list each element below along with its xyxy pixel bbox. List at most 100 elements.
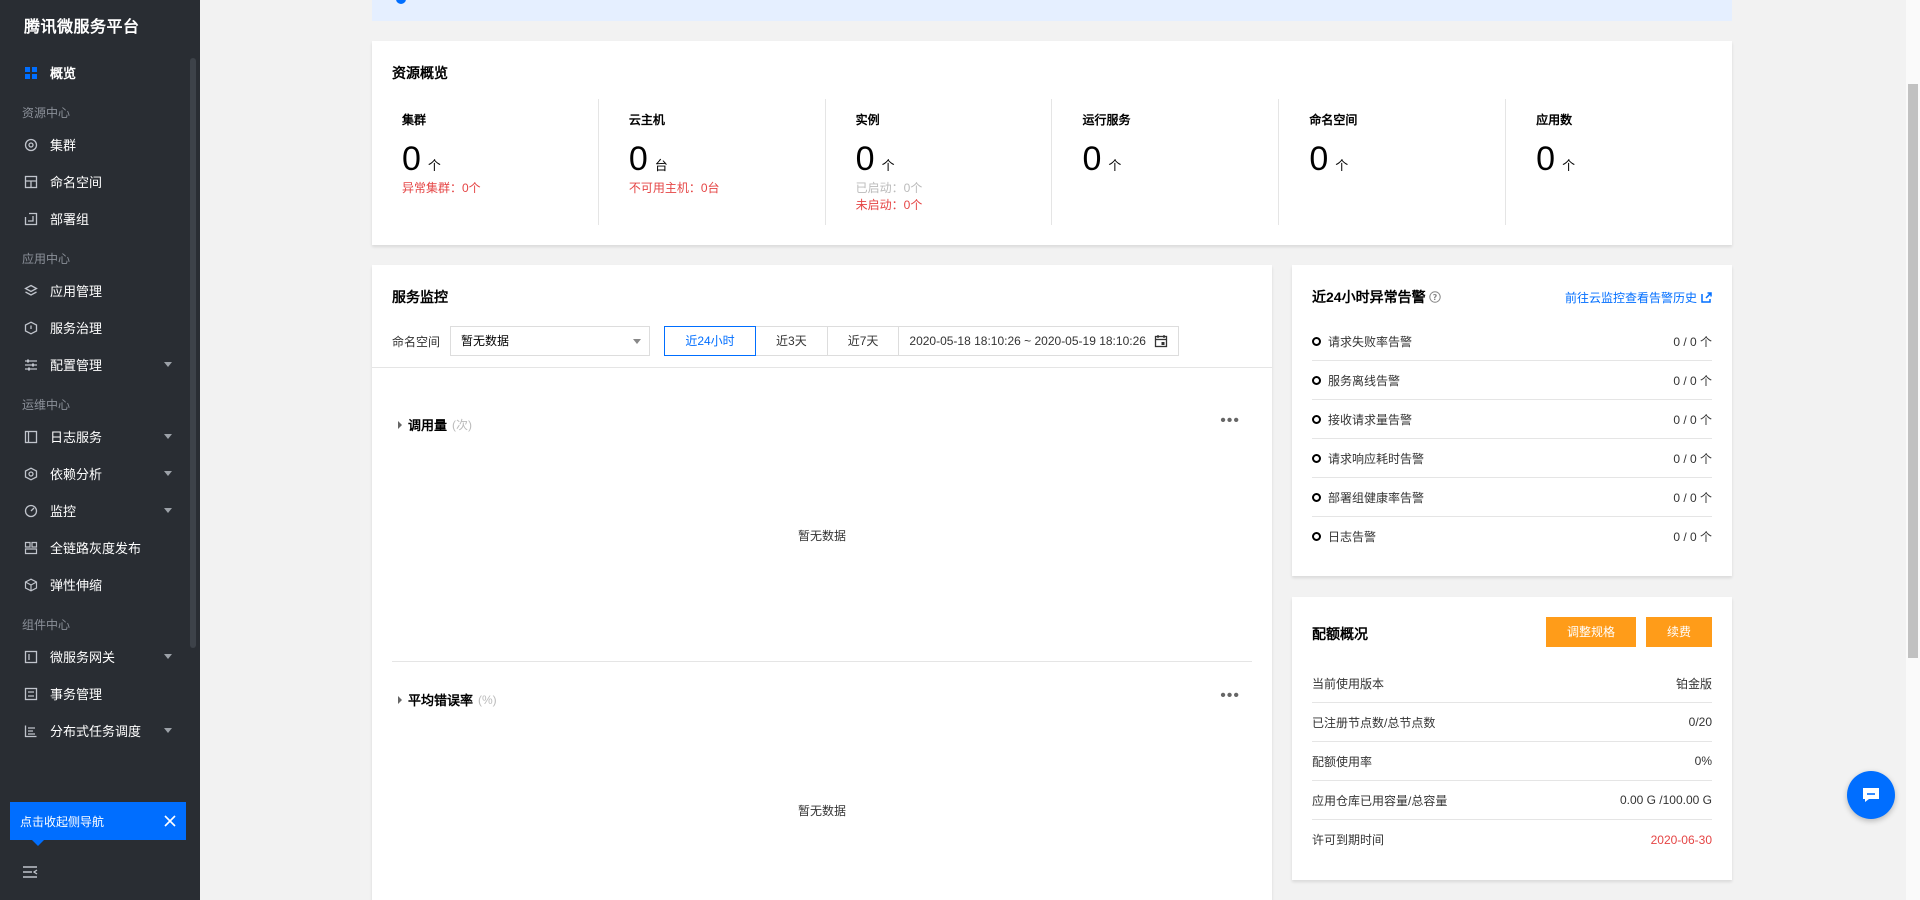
empty-state: 暂无数据 xyxy=(797,529,846,543)
alert-row: 接收请求量告警 0 / 0 个 xyxy=(1312,400,1712,439)
more-icon[interactable]: ••• xyxy=(1220,688,1240,704)
chevron-down-icon xyxy=(164,471,172,476)
caret-right-icon xyxy=(398,420,402,429)
adjust-spec-button[interactable]: 调整规格 xyxy=(1546,617,1636,647)
notice-banner xyxy=(372,0,1732,21)
tab-7d[interactable]: 近7天 xyxy=(828,327,900,355)
alert-label: 请求响应耗时告警 xyxy=(1328,451,1425,466)
renew-button[interactable]: 续费 xyxy=(1646,617,1712,647)
quota-value: 2020-06-30 xyxy=(1650,832,1712,847)
sidebar-item-label: 部署组 xyxy=(50,212,90,227)
external-link-icon xyxy=(1701,292,1712,303)
gateway-icon xyxy=(24,650,38,664)
grid-icon xyxy=(24,66,38,80)
resource-overview-title: 资源概览 xyxy=(392,65,448,81)
stat-unit: 个 xyxy=(1562,158,1576,173)
alert-label: 日志告警 xyxy=(1328,530,1377,544)
alert-label: 部署组健康率告警 xyxy=(1328,490,1425,505)
alert-label: 服务离线告警 xyxy=(1328,373,1401,388)
sidebar-item[interactable]: 弹性伸缩 xyxy=(0,566,200,603)
time-range-tabs: 近24小时 近3天 近7天 2020-05-18 18:10:26 ~ 2020… xyxy=(664,326,1179,356)
sidebar-item-overview[interactable]: 概览 xyxy=(0,54,200,91)
alerts-card: 近24小时异常告警 ? 前往云监控查看告警历史 请求失败率告警 0 / 0 个 服务… xyxy=(1292,265,1732,576)
stat-number: 0 xyxy=(628,140,648,178)
namespace-select-value: 暂无数据 xyxy=(461,334,510,348)
quota-label: 许可到期时间 xyxy=(1312,833,1385,847)
quota-value: 0.00 G /100.00 G xyxy=(1619,793,1712,807)
stat-subtext: 不可用主机：0台 xyxy=(628,181,720,195)
section-unit: (次) xyxy=(452,418,473,432)
stat-label: 云主机 xyxy=(628,113,665,127)
log-icon xyxy=(24,430,38,444)
sidebar-item[interactable]: 部署组 xyxy=(0,200,200,237)
namespace-label: 命名空间 xyxy=(392,334,441,349)
stat-unit: 台 xyxy=(654,158,668,173)
sidebar-item[interactable]: 全链路灰度发布 xyxy=(0,529,200,566)
resource-overview-card: 资源概览 集群 0 个异常集群：0个 云主机 0 台不可用主机：0台 实例 0 个已启动：0个未… xyxy=(372,41,1732,245)
alert-history-link[interactable]: 前往云监控查看告警历史 xyxy=(1565,289,1712,306)
sidebar-item-label: 日志服务 xyxy=(50,430,103,445)
section-header[interactable]: 调用量 (次) xyxy=(392,415,1252,434)
sidebar-item[interactable]: 分布式任务调度 xyxy=(0,712,200,749)
service-monitor-card: 服务监控 命名空间 暂无数据 近24小时 近3天 近7天 2020-05-18 … xyxy=(372,265,1272,900)
stat-label: 集群 xyxy=(402,113,427,127)
chevron-down-icon xyxy=(164,508,172,513)
resource-stats: 集群 0 个异常集群：0个 云主机 0 台不可用主机：0台 实例 0 个已启动：0个 未启动：0个… xyxy=(372,99,1732,225)
collapse-nav-icon[interactable] xyxy=(22,864,38,880)
date-range-picker[interactable]: 2020-05-18 18:10:26 ~ 2020-05-19 18:10:2… xyxy=(899,327,1178,355)
sidebar-item[interactable]: 服务治理 xyxy=(0,309,200,346)
sidebar-item[interactable]: 监控 xyxy=(0,492,200,529)
gray-release-icon xyxy=(24,541,38,555)
scrollbar-thumb[interactable] xyxy=(1908,84,1918,658)
collapse-nav-tooltip: 点击收起侧导航 xyxy=(10,802,186,846)
sidebar-item[interactable]: 命名空间 xyxy=(0,163,200,200)
sidebar-item[interactable]: 事务管理 xyxy=(0,675,200,712)
stat-value: 0个 xyxy=(1309,142,1505,176)
date-range-value: 2020-05-18 18:10:26 ~ 2020-05-19 18:10:2… xyxy=(909,334,1146,348)
sidebar-item-label: 命名空间 xyxy=(50,175,103,190)
chevron-down-icon xyxy=(164,434,172,439)
tab-3d[interactable]: 近3天 xyxy=(756,327,828,355)
quota-row: 配额使用率 0% xyxy=(1312,742,1712,781)
more-icon[interactable]: ••• xyxy=(1220,413,1240,429)
error-rate-section: 平均错误率 (%) ••• 暂无数据 xyxy=(392,688,1252,818)
resource-stat: 应用数 0 个 xyxy=(1506,99,1732,225)
sidebar-item[interactable]: 集群 xyxy=(0,126,200,163)
resource-stat: 运行服务 0 个 xyxy=(1052,99,1280,225)
sidebar-item[interactable]: 配置管理 xyxy=(0,346,200,383)
svg-text:?: ? xyxy=(1432,293,1437,302)
sidebar-item-label: 应用管理 xyxy=(50,284,103,299)
section-header[interactable]: 平均错误率 (%) xyxy=(392,690,1252,709)
close-icon[interactable] xyxy=(162,813,178,829)
sidebar-item[interactable]: 应用管理 xyxy=(0,272,200,309)
sidebar-item[interactable]: 日志服务 xyxy=(0,418,200,455)
alert-label: 请求失败率告警 xyxy=(1328,334,1413,349)
stat-number: 0 xyxy=(1082,140,1102,178)
service-monitor-title: 服务监控 xyxy=(392,289,448,305)
stat-value: 0个 xyxy=(856,142,1052,176)
chat-button[interactable] xyxy=(1847,771,1895,819)
page-scrollbar[interactable] xyxy=(1906,0,1920,900)
alert-count: 0 / 0 个 xyxy=(1673,490,1712,505)
schedule-icon xyxy=(24,724,38,738)
quota-row: 应用仓库已用容量/总容量 0.00 G /100.00 G xyxy=(1312,781,1712,820)
alerts-title: 近24小时异常告警 ? xyxy=(1312,287,1441,307)
namespace-select[interactable]: 暂无数据 xyxy=(450,326,651,356)
tab-24h[interactable]: 近24小时 xyxy=(664,326,757,356)
info-icon xyxy=(396,0,406,4)
platform-title: 腾讯微服务平台 xyxy=(24,19,140,36)
sidebar-item-label: 全链路灰度发布 xyxy=(50,541,142,556)
sidebar-item-label: 监控 xyxy=(50,504,77,519)
stat-label: 命名空间 xyxy=(1309,113,1358,127)
alert-row: 日志告警 0 / 0 个 xyxy=(1312,517,1712,556)
monitor-filter-bar: 命名空间 暂无数据 近24小时 近3天 近7天 2020-05-18 18:10… xyxy=(392,326,1179,356)
call-volume-section: 调用量 (次) ••• 暂无数据 xyxy=(392,413,1252,543)
alert-row: 服务离线告警 0 / 0 个 xyxy=(1312,361,1712,400)
help-icon[interactable]: ? xyxy=(1428,291,1441,303)
quota-label: 已注册节点数/总节点数 xyxy=(1312,715,1436,730)
status-ring-icon xyxy=(1312,375,1321,385)
transaction-icon xyxy=(24,687,38,701)
sidebar-item[interactable]: 依赖分析 xyxy=(0,455,200,492)
caret-right-icon xyxy=(398,695,402,704)
sidebar-item[interactable]: 微服务网关 xyxy=(0,638,200,675)
